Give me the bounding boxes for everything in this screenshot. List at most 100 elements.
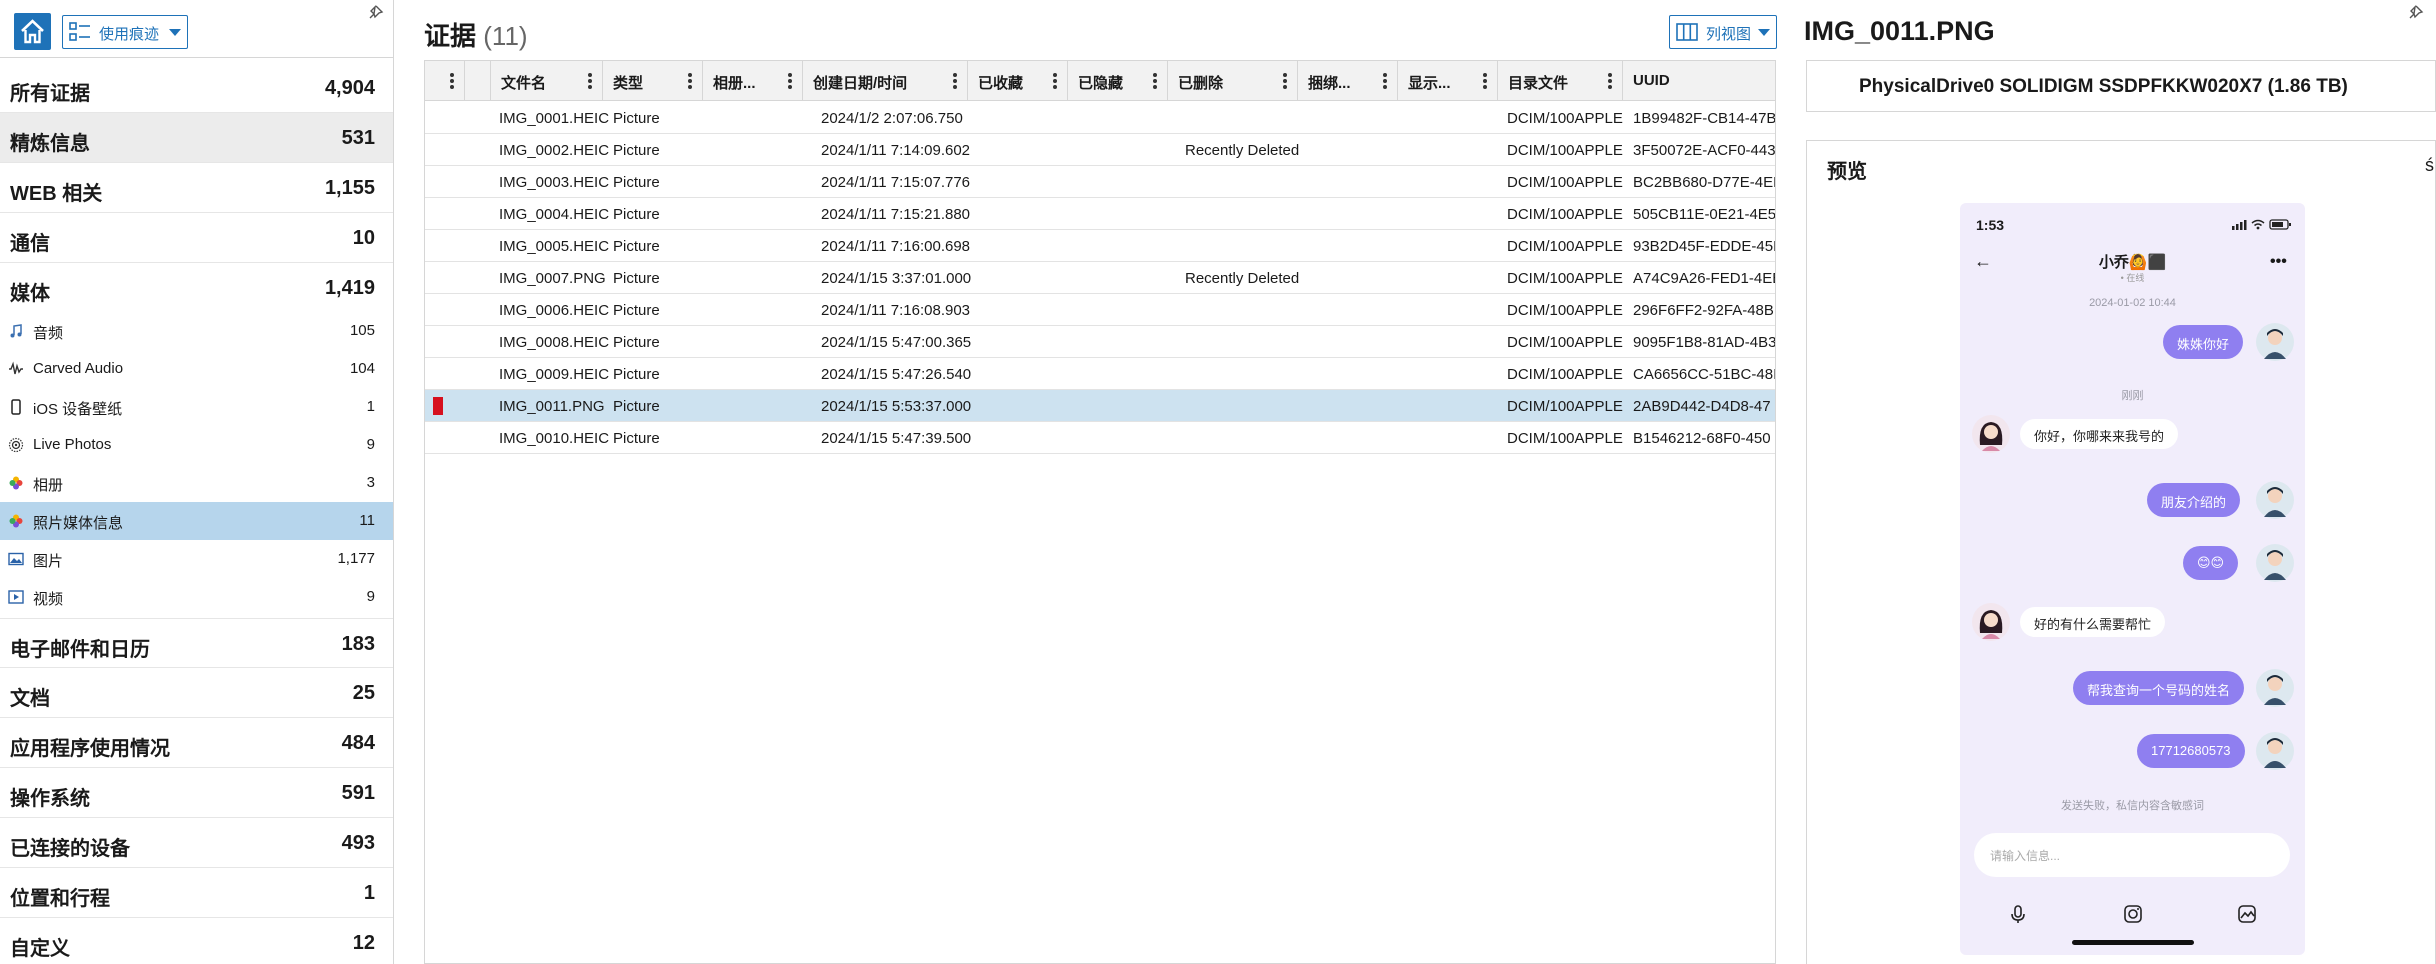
category-count: 1,155 xyxy=(324,177,375,199)
more-vertical-icon[interactable] xyxy=(1383,73,1387,89)
table-row[interactable]: IMG_0005.HEIC Picture 2024/1/11 7:16:00.69… xyxy=(425,230,1776,262)
sidebar-item-videos[interactable]: 视频 9 xyxy=(0,578,393,616)
category-refined-info[interactable]: 精炼信息 531 xyxy=(0,113,393,163)
table-row[interactable]: IMG_0006.HEIC Picture 2024/1/11 7:16:08.90… xyxy=(425,294,1775,326)
category-app-usage[interactable]: 应用程序使用情况 484 xyxy=(0,718,393,768)
preview-overflow-glyph: ś xyxy=(2425,155,2434,175)
category-operating-system[interactable]: 操作系统 591 xyxy=(0,768,393,818)
column-header-filename[interactable]: 文件名 xyxy=(491,61,603,101)
more-vertical-icon[interactable] xyxy=(688,73,692,89)
column-menu-header[interactable] xyxy=(425,61,465,101)
message-input: 请输入信息... xyxy=(1974,833,2290,877)
column-header-uuid[interactable]: UUID xyxy=(1623,61,1775,101)
list-tree-icon xyxy=(69,22,90,41)
more-vertical-icon[interactable] xyxy=(788,73,792,89)
more-vertical-icon[interactable] xyxy=(1483,73,1487,89)
chat-bubble-incoming: 好的有什么需要帮忙 xyxy=(2020,607,2166,637)
chat-bubble-outgoing: 姝姝你好 xyxy=(2163,325,2244,359)
sidebar-item-audio[interactable]: 音频 105 xyxy=(0,312,393,350)
column-flag-header[interactable] xyxy=(465,61,491,101)
column-header-type[interactable]: 类型 xyxy=(603,61,703,101)
column-header-album[interactable]: 相册... xyxy=(703,61,803,101)
table-row[interactable]: IMG_0002.HEIC Picture 2024/1/11 7:14:09.60… xyxy=(425,134,1775,166)
cell-dir: DCIM/100APPLE xyxy=(1507,366,1623,383)
cell-dir: DCIM/100APPLE xyxy=(1507,398,1623,415)
cell-uuid: 93B2D45F-EDDE-45I xyxy=(1633,238,1776,255)
camera-icon xyxy=(2124,905,2142,923)
cell-uuid: 296F6FF2-92FA-48B xyxy=(1633,302,1774,319)
pin-icon[interactable] xyxy=(366,4,384,22)
category-count: 1,419 xyxy=(324,277,375,299)
more-vertical-icon[interactable] xyxy=(1153,73,1157,89)
cell-uuid: A74C9A26-FED1-4EE xyxy=(1633,270,1776,287)
column-header-directory[interactable]: 目录文件 xyxy=(1498,61,1623,101)
cell-type: Picture xyxy=(613,302,660,319)
category-count: 25 xyxy=(352,682,375,704)
cell-type: Picture xyxy=(613,174,660,191)
column-header-created[interactable]: 创建日期/时间 xyxy=(803,61,968,101)
avatar xyxy=(2256,669,2294,707)
table-row[interactable]: IMG_0008.HEIC Picture 2024/1/15 5:47:00.36… xyxy=(425,326,1775,358)
table-row[interactable]: IMG_0007.PNG Picture 2024/1/15 3:37:01.000… xyxy=(425,262,1776,294)
column-header-favorited[interactable]: 已收藏 xyxy=(968,61,1068,101)
chat-bubble-incoming: 你好，你哪来来我号的 xyxy=(2020,419,2179,449)
usage-traces-dropdown[interactable]: 使用痕迹 xyxy=(62,15,188,49)
column-header-label: 文件名 xyxy=(501,75,547,92)
table-row[interactable]: IMG_0003.HEIC Picture 2024/1/11 7:15:07.77… xyxy=(425,166,1775,198)
cell-type: Picture xyxy=(613,366,660,383)
table-row[interactable]: IMG_0004.HEIC Picture 2024/1/11 7:15:21.88… xyxy=(425,198,1775,230)
message-input-placeholder: 请输入信息... xyxy=(1990,849,2061,863)
column-header-label: 已收藏 xyxy=(978,75,1024,92)
more-vertical-icon[interactable] xyxy=(953,73,957,89)
category-web[interactable]: WEB 相关 1,155 xyxy=(0,163,393,213)
sidebar-item-count: 9 xyxy=(366,588,375,605)
table-row[interactable]: IMG_0011.PNG Picture 2024/1/15 5:53:37.000… xyxy=(425,390,1775,422)
column-header-hidden[interactable]: 已隐藏 xyxy=(1068,61,1168,101)
sidebar-item-count: 1,177 xyxy=(337,550,375,567)
sidebar-item-count: 104 xyxy=(349,360,375,377)
sidebar-item-label: Live Photos xyxy=(33,436,112,453)
column-header-bundle[interactable]: 捆绑... xyxy=(1298,61,1398,101)
column-header-label: 显示... xyxy=(1408,75,1451,92)
column-header-display[interactable]: 显示... xyxy=(1398,61,1498,101)
cell-file: IMG_0001.HEIC xyxy=(499,110,610,127)
cell-file: IMG_0002.HEIC xyxy=(499,142,610,159)
chat-bubble-outgoing: 朋友介绍的 xyxy=(2147,483,2241,517)
cell-created: 2024/1/11 7:15:07.776 xyxy=(821,174,971,191)
sidebar-item-albums[interactable]: 相册 3 xyxy=(0,464,393,502)
category-communication[interactable]: 通信 10 xyxy=(0,213,393,263)
cell-uuid: B1546212-68F0-450 xyxy=(1633,430,1771,447)
more-vertical-icon[interactable] xyxy=(588,73,592,89)
cell-deleted: Recently Deleted xyxy=(1185,142,1300,159)
sidebar-toolbar: 使用痕迹 xyxy=(0,0,393,58)
category-media[interactable]: 媒体 1,419 xyxy=(0,263,393,313)
category-custom[interactable]: 自定义 12 xyxy=(0,918,393,964)
pin-icon[interactable] xyxy=(2406,4,2424,22)
more-vertical-icon[interactable] xyxy=(1283,73,1287,89)
category-count: 10 xyxy=(352,227,375,249)
table-row[interactable]: IMG_0009.HEIC Picture 2024/1/15 5:47:26.54… xyxy=(425,358,1775,390)
column-view-dropdown[interactable]: 列视图 xyxy=(1669,15,1777,49)
sidebar-item-carved-audio[interactable]: Carved Audio 104 xyxy=(0,350,393,388)
table-row[interactable]: IMG_0001.HEIC Picture 2024/1/2 2:07:06.750… xyxy=(425,102,1775,134)
chat-timestamp: 2024-01-02 10:44 xyxy=(2089,297,2176,309)
column-header-deleted[interactable]: 已删除 xyxy=(1168,61,1298,101)
image-icon xyxy=(2238,905,2256,923)
category-documents[interactable]: 文档 25 xyxy=(0,668,393,718)
more-vertical-icon[interactable] xyxy=(1053,73,1057,89)
sidebar-item-photo-media-info[interactable]: 照片媒体信息 11 xyxy=(0,502,393,540)
cell-created: 2024/1/15 5:47:39.500 xyxy=(821,430,972,447)
sidebar-item-pictures[interactable]: 图片 1,177 xyxy=(0,540,393,578)
home-button[interactable] xyxy=(14,13,51,50)
sidebar-item-live-photos[interactable]: Live Photos 9 xyxy=(0,426,393,464)
column-header-label: 捆绑... xyxy=(1308,75,1351,92)
category-location-journeys[interactable]: 位置和行程 1 xyxy=(0,868,393,918)
category-email-calendar[interactable]: 电子邮件和日历 183 xyxy=(0,618,393,668)
more-vertical-icon[interactable] xyxy=(1608,73,1612,89)
category-connected-devices[interactable]: 已连接的设备 493 xyxy=(0,818,393,868)
table-row[interactable]: IMG_0010.HEIC Picture 2024/1/15 5:47:39.50… xyxy=(425,422,1775,454)
home-indicator xyxy=(2072,940,2194,945)
category-all-evidence[interactable]: 所有证据 4,904 xyxy=(0,63,393,113)
category-count: 484 xyxy=(341,732,375,754)
sidebar-item-ios-wallpaper[interactable]: iOS 设备壁纸 1 xyxy=(0,388,393,426)
